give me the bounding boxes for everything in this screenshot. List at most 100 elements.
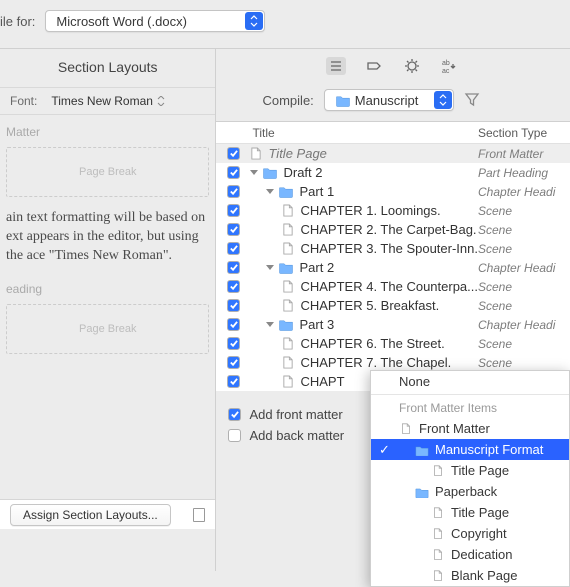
row-checkbox[interactable]: [227, 318, 240, 331]
folder-icon: [278, 261, 294, 274]
check-icon: ✓: [379, 442, 390, 458]
folder-icon: [415, 444, 429, 456]
compile-target-select[interactable]: Manuscript: [324, 89, 454, 111]
popup-item[interactable]: Front Matter: [371, 418, 569, 439]
row-checkbox[interactable]: [227, 261, 240, 274]
column-section-type[interactable]: Section Type: [478, 126, 570, 140]
chevron-updown-icon: [245, 12, 263, 30]
row-checkbox[interactable]: [227, 147, 240, 160]
column-title[interactable]: Title: [250, 126, 478, 140]
row-section-type[interactable]: Scene: [478, 337, 570, 351]
popup-item-label: Front Matter: [419, 421, 490, 436]
popup-item[interactable]: Copyright: [371, 523, 569, 544]
row-section-type[interactable]: Scene: [478, 242, 570, 256]
compile-target-value: Manuscript: [355, 93, 419, 108]
table-row[interactable]: Draft 2 Part Heading: [216, 163, 570, 182]
chevron-updown-icon: [434, 91, 452, 109]
document-icon: [431, 507, 445, 519]
popup-item-label: Title Page: [451, 505, 509, 520]
table-row[interactable]: CHAPTER 1. Loomings. Scene: [216, 201, 570, 220]
row-section-type[interactable]: Part Heading: [478, 166, 570, 180]
document-icon: [282, 223, 294, 237]
popup-item[interactable]: Paperback: [371, 481, 569, 502]
assign-section-layouts-button[interactable]: Assign Section Layouts...: [10, 504, 171, 526]
row-checkbox[interactable]: [227, 223, 240, 236]
row-title: CHAPTER 7. The Chapel.: [300, 355, 451, 370]
row-section-type[interactable]: Scene: [478, 223, 570, 237]
popup-item-label: Blank Page: [451, 568, 518, 583]
table-row[interactable]: Title PageFront Matter: [216, 144, 570, 163]
row-checkbox[interactable]: [227, 185, 240, 198]
row-section-type[interactable]: Scene: [478, 356, 570, 370]
row-checkbox[interactable]: [227, 280, 240, 293]
page-icon[interactable]: [193, 508, 205, 522]
row-title: Draft 2: [283, 165, 322, 180]
popup-item[interactable]: Dedication: [371, 544, 569, 565]
popup-item[interactable]: Title Page: [371, 502, 569, 523]
popup-item-label: Dedication: [451, 547, 512, 562]
row-title: Part 2: [299, 260, 334, 275]
table-row[interactable]: CHAPTER 6. The Street.Scene: [216, 334, 570, 353]
document-icon: [431, 549, 445, 561]
row-title: Part 3: [299, 317, 334, 332]
disclosure-triangle-icon[interactable]: [266, 265, 274, 270]
font-select[interactable]: Times New Roman: [51, 94, 165, 108]
table-row[interactable]: Part 1Chapter Headi: [216, 182, 570, 201]
row-title: CHAPTER 4. The Counterpa...: [300, 279, 478, 294]
disclosure-triangle-icon[interactable]: [266, 322, 274, 327]
row-section-type[interactable]: Front Matter: [478, 147, 570, 161]
folder-icon: [278, 318, 294, 331]
table-row[interactable]: Part 3 Chapter Headi: [216, 315, 570, 334]
row-checkbox[interactable]: [227, 166, 240, 179]
popup-item[interactable]: ✓ Manuscript Format: [371, 439, 569, 460]
svg-text:ab: ab: [442, 60, 450, 67]
row-checkbox[interactable]: [227, 242, 240, 255]
folder-icon: [278, 185, 294, 198]
row-title: CHAPTER 5. Breakfast.: [300, 298, 439, 313]
row-section-type[interactable]: Scene: [478, 299, 570, 313]
svg-text:ac: ac: [442, 68, 450, 74]
row-section-type[interactable]: Chapter Headi: [478, 185, 570, 199]
gear-icon[interactable]: [402, 57, 422, 75]
add-front-matter-label: Add front matter: [249, 407, 342, 422]
format-select[interactable]: Microsoft Word (.docx): [45, 10, 265, 32]
table-row[interactable]: CHAPTER 5. Breakfast. Scene: [216, 296, 570, 315]
format-select-value: Microsoft Word (.docx): [56, 14, 187, 29]
row-section-type[interactable]: Scene: [478, 280, 570, 294]
row-section-type[interactable]: Chapter Headi: [478, 318, 570, 332]
row-checkbox[interactable]: [227, 299, 240, 312]
table-row[interactable]: Part 2 Chapter Headi: [216, 258, 570, 277]
front-matter-popup[interactable]: None Front Matter Items Front Matter✓Man…: [370, 370, 570, 587]
filter-icon[interactable]: [464, 91, 480, 110]
table-row[interactable]: CHAPTER 3. The Spouter-Inn.Scene: [216, 239, 570, 258]
add-back-matter-label: Add back matter: [249, 428, 344, 443]
folder-icon: [415, 486, 429, 498]
compile-label: Compile:: [262, 93, 313, 108]
replace-icon[interactable]: abac: [440, 57, 460, 75]
disclosure-triangle-icon[interactable]: [250, 170, 258, 175]
row-checkbox[interactable]: [227, 204, 240, 217]
row-checkbox[interactable]: [227, 356, 240, 369]
row-checkbox[interactable]: [227, 337, 240, 350]
row-title: CHAPTER 1. Loomings.: [300, 203, 440, 218]
row-section-type[interactable]: Scene: [478, 204, 570, 218]
popup-item-label: Paperback: [435, 484, 497, 499]
table-row[interactable]: CHAPTER 2. The Carpet-Bag.Scene: [216, 220, 570, 239]
popup-item-none[interactable]: None: [371, 371, 569, 392]
list-view-icon[interactable]: [326, 57, 346, 75]
tag-icon[interactable]: [364, 57, 384, 75]
table-row[interactable]: CHAPTER 4. The Counterpa...Scene: [216, 277, 570, 296]
document-icon: [431, 570, 445, 582]
popup-item[interactable]: Title Page: [371, 460, 569, 481]
popup-item-label: Title Page: [451, 463, 509, 478]
popup-item-label: Manuscript Format: [435, 442, 543, 457]
row-section-type[interactable]: Chapter Headi: [478, 261, 570, 275]
popup-item[interactable]: Blank Page: [371, 565, 569, 586]
row-title: CHAPT: [300, 374, 344, 389]
section-layouts-header: Section Layouts: [0, 49, 215, 87]
layout-group-heading: eading: [6, 282, 209, 296]
disclosure-triangle-icon[interactable]: [266, 189, 274, 194]
row-checkbox[interactable]: [227, 375, 240, 388]
font-select-value: Times New Roman: [51, 94, 153, 108]
document-icon: [282, 299, 294, 313]
